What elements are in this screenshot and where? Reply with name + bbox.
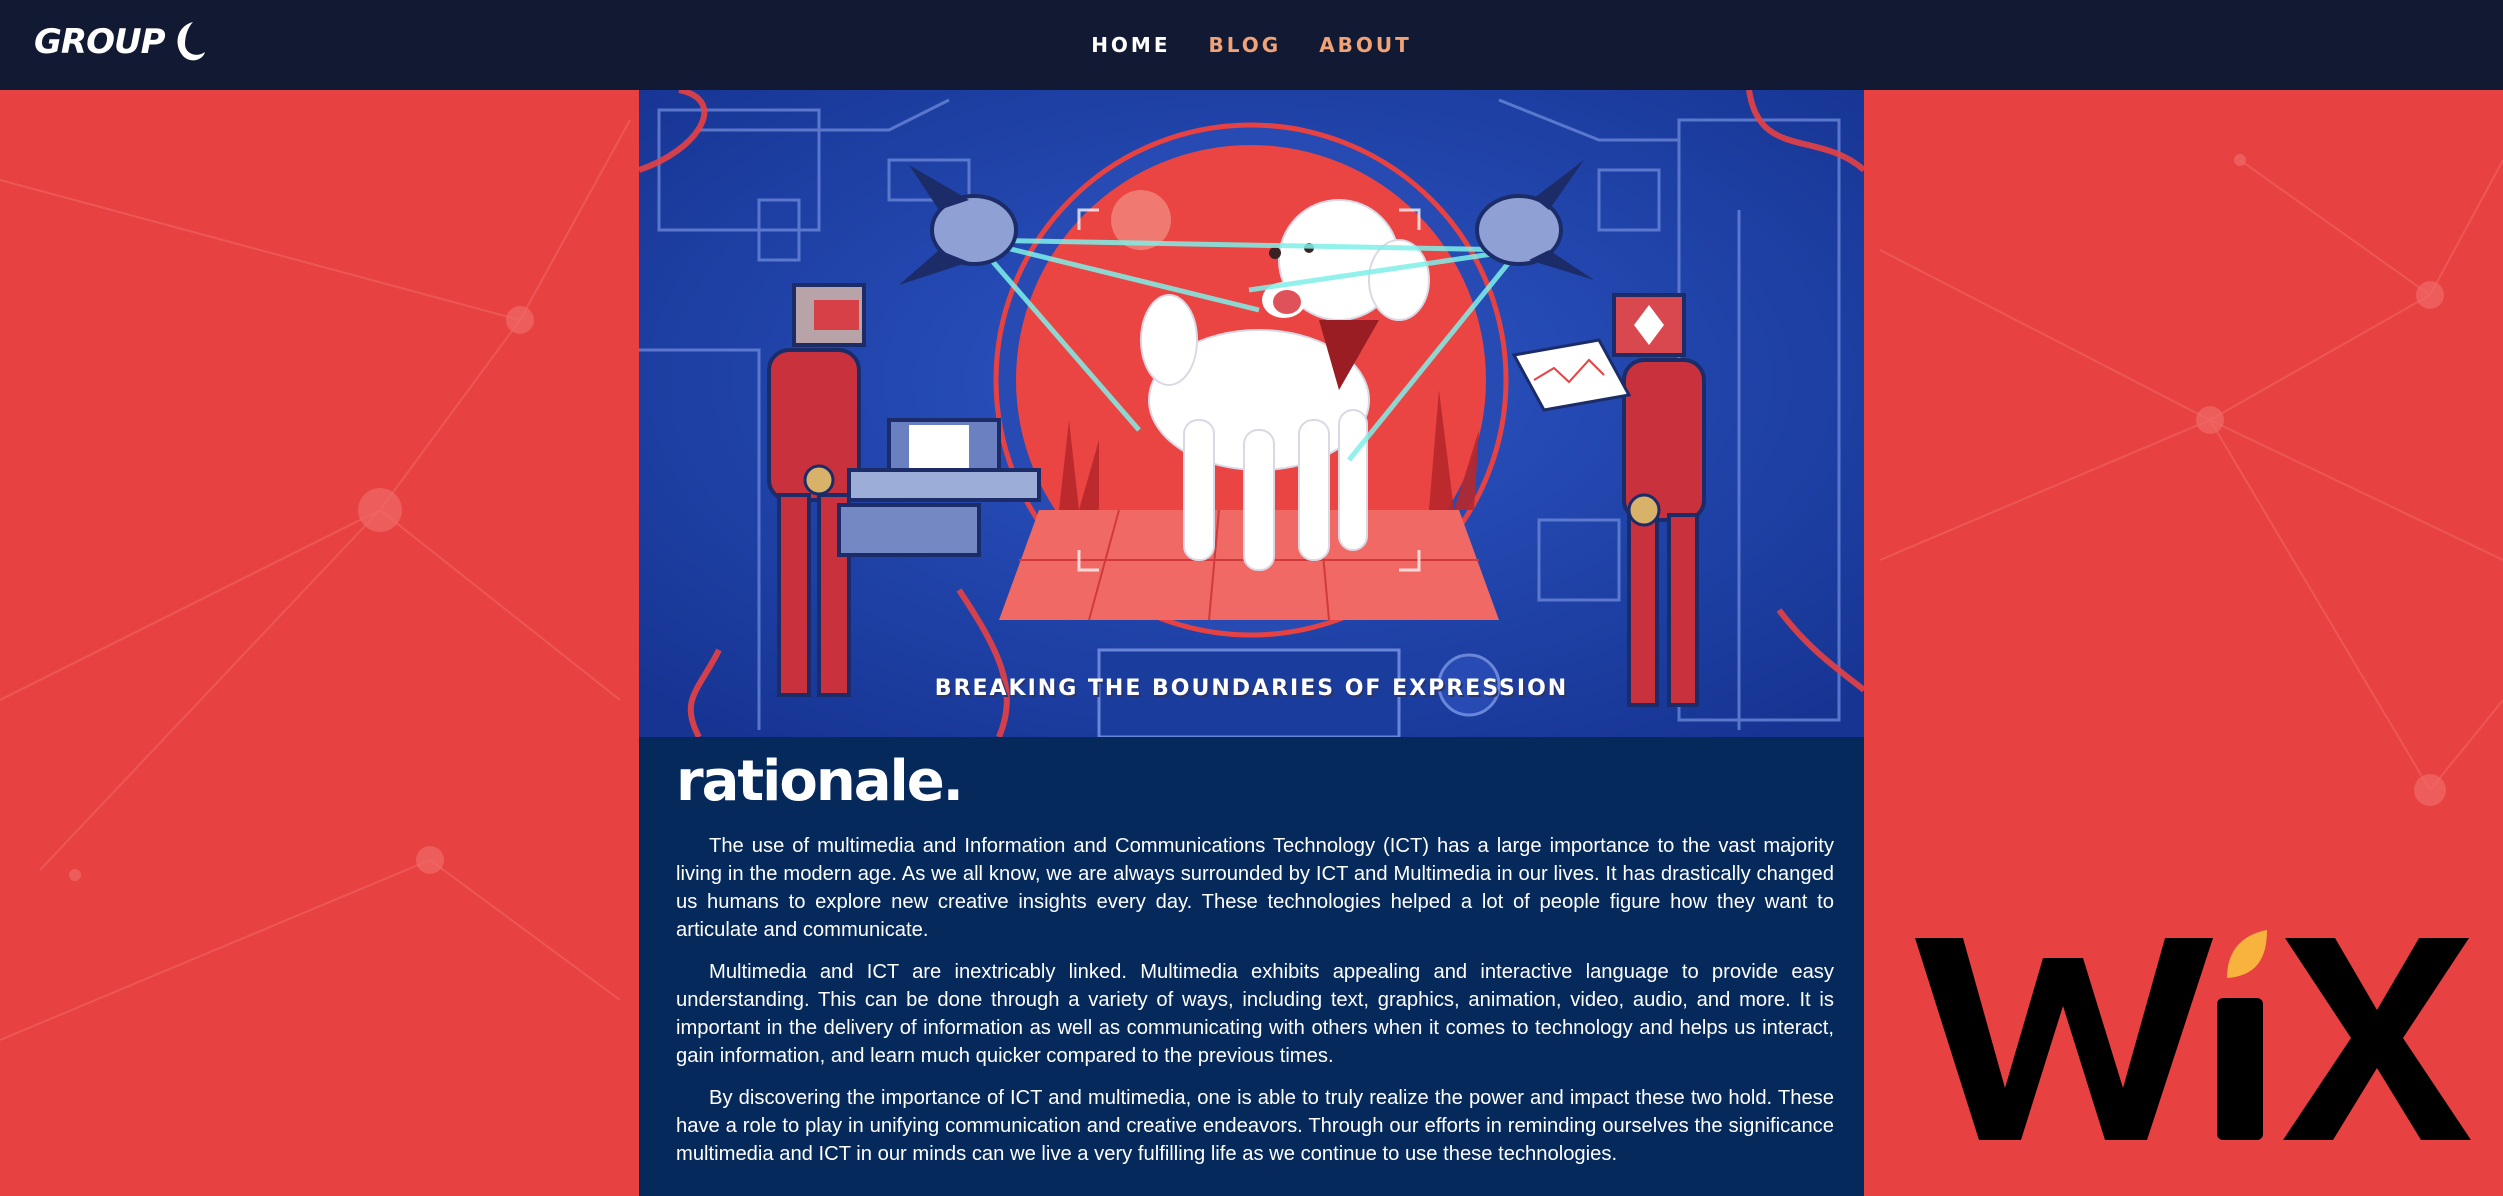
- article-paragraph: By discovering the importance of ICT and…: [676, 1087, 1834, 1165]
- top-navigation-bar: GROUP HOME BLOG ABOUT: [0, 0, 2503, 90]
- wix-logo-icon: [1915, 930, 2471, 1140]
- article-paragraph: The use of multimedia and Information an…: [676, 835, 1834, 941]
- main-content-column: BREAKING THE BOUNDARIES OF EXPRESSION ra…: [639, 90, 1864, 1196]
- article-title: rationale.: [676, 749, 964, 814]
- hero-caption: BREAKING THE BOUNDARIES OF EXPRESSION: [934, 676, 1569, 701]
- nav-home-link[interactable]: HOME: [1091, 33, 1170, 57]
- hero-banner: BREAKING THE BOUNDARIES OF EXPRESSION: [639, 90, 1864, 737]
- hero-illustration: [639, 90, 1864, 737]
- rationale-article: rationale. The use of multimedia and Inf…: [676, 750, 1834, 1182]
- main-nav: HOME BLOG ABOUT: [0, 33, 2503, 57]
- nav-blog-link[interactable]: BLOG: [1209, 33, 1282, 57]
- article-paragraph: Multimedia and ICT are inextricably link…: [676, 961, 1834, 1067]
- nav-about-link[interactable]: ABOUT: [1319, 33, 1412, 57]
